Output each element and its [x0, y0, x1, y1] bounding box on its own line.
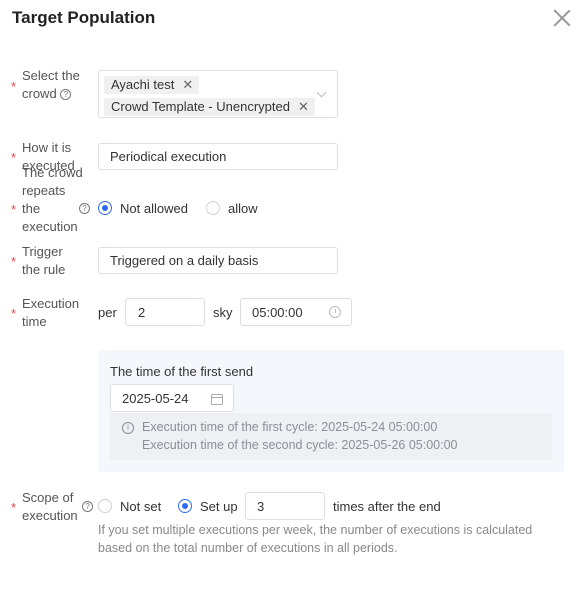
- tag-remove-icon[interactable]: ✕: [298, 99, 309, 114]
- radio-allow[interactable]: [206, 201, 220, 215]
- cycle-info-line: Execution time of the second cycle: 2025…: [142, 438, 458, 452]
- radio-not-allowed-label[interactable]: Not allowed: [120, 201, 188, 216]
- radio-not-set-label[interactable]: Not set: [120, 499, 161, 514]
- execution-mode-value: Periodical execution: [110, 149, 227, 164]
- calendar-icon: [211, 394, 223, 405]
- crowd-label-text: Select the crowd: [22, 68, 80, 101]
- times-suffix: times after the end: [333, 499, 441, 514]
- crowd-tag: Crowd Template - Unencrypted ✕: [104, 98, 315, 116]
- crowd-label: Select the crowd ?: [22, 67, 84, 103]
- required-marker: *: [11, 202, 17, 217]
- crowd-tag: Ayachi test ✕: [104, 76, 200, 94]
- first-send-date: 2025-05-24: [122, 391, 189, 406]
- exec-time-label: Execution time: [22, 296, 80, 329]
- first-send-date-picker[interactable]: 2025-05-24: [110, 384, 234, 412]
- execution-mode-select[interactable]: Periodical execution: [98, 143, 338, 170]
- radio-not-set[interactable]: [98, 499, 112, 513]
- per-label: per: [98, 305, 117, 320]
- help-icon[interactable]: ?: [79, 203, 90, 214]
- times-value: 3: [257, 499, 265, 514]
- crowd-tag-label: Crowd Template - Unencrypted: [111, 99, 290, 114]
- clock-icon: [329, 306, 341, 318]
- tag-remove-icon[interactable]: ✕: [182, 77, 193, 92]
- scope-label: Scope of execution: [22, 490, 78, 523]
- crowd-select[interactable]: Ayachi test ✕ Crowd Template - Unencrypte…: [98, 70, 338, 118]
- interval-input[interactable]: 2: [125, 298, 205, 326]
- radio-allow-label[interactable]: allow: [228, 201, 258, 216]
- radio-set-up[interactable]: [178, 499, 192, 513]
- trigger-value: Triggered on a daily basis: [110, 253, 259, 268]
- unit-label: sky: [213, 305, 233, 320]
- required-marker: *: [11, 150, 17, 165]
- crowd-tag-label: Ayachi test: [111, 77, 175, 92]
- radio-set-up-label[interactable]: Set up: [200, 499, 238, 514]
- cycle-info-line: Execution time of the first cycle: 2025-…: [142, 420, 438, 434]
- time-value: 05:00:00: [252, 305, 303, 320]
- first-send-title: The time of the first send: [110, 364, 254, 379]
- required-marker: *: [11, 79, 17, 94]
- help-icon[interactable]: ?: [60, 89, 72, 101]
- repeat-label: The crowd repeats the execution: [22, 165, 83, 234]
- required-marker: *: [11, 500, 17, 515]
- times-input[interactable]: 3: [245, 492, 325, 520]
- trigger-select[interactable]: Triggered on a daily basis: [98, 247, 338, 274]
- dialog-title: Target Population: [12, 8, 156, 27]
- required-marker: *: [11, 254, 17, 269]
- info-icon: i: [122, 422, 134, 434]
- close-icon[interactable]: [551, 7, 573, 29]
- help-icon[interactable]: ?: [82, 501, 93, 512]
- trigger-label: Trigger the rule: [22, 244, 66, 277]
- radio-not-allowed[interactable]: [98, 201, 112, 215]
- scope-hint: If you set multiple executions per week,…: [98, 523, 533, 555]
- time-picker[interactable]: 05:00:00: [240, 298, 352, 326]
- required-marker: *: [11, 306, 17, 321]
- cycle-info-box: i Execution time of the first cycle: 202…: [110, 413, 552, 460]
- interval-value: 2: [138, 305, 146, 320]
